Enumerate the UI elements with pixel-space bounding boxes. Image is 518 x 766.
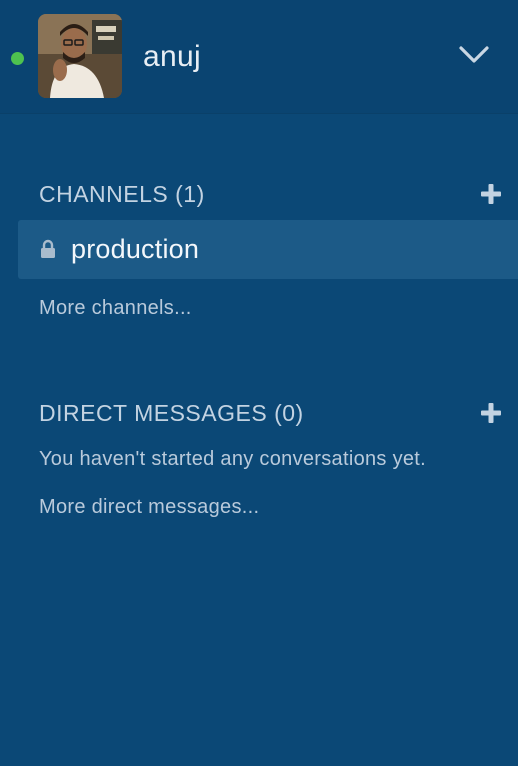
more-direct-messages-link[interactable]: More direct messages... <box>39 496 259 519</box>
sidebar: anuj CHANNELS (1) production More channe… <box>0 0 518 766</box>
add-channel-plus-icon[interactable] <box>480 183 502 205</box>
channel-label: production <box>71 234 200 264</box>
username[interactable]: anuj <box>143 40 201 74</box>
more-channels-link[interactable]: More channels... <box>39 297 192 320</box>
lock-icon <box>41 239 55 258</box>
online-status-indicator <box>11 52 24 65</box>
channels-section-title: CHANNELS (1) <box>39 181 205 207</box>
direct-messages-section-title: DIRECT MESSAGES (0) <box>39 400 304 426</box>
avatar[interactable] <box>38 14 122 98</box>
no-conversations-text: You haven't started any conversations ye… <box>39 448 427 470</box>
channel-item-production[interactable]: production <box>18 220 518 279</box>
chevron-down-icon[interactable] <box>458 44 490 66</box>
add-direct-message-plus-icon[interactable] <box>480 402 502 424</box>
sidebar-header: anuj <box>0 0 518 114</box>
